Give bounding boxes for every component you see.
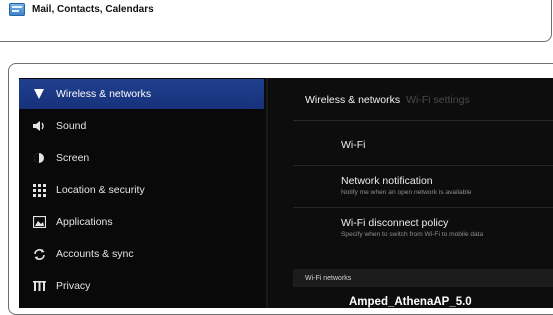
wifi-network-item[interactable]: Amped_AthenaAP_5.0 [349, 296, 472, 308]
mail-contacts-calendars-item[interactable]: Mail, Contacts, Calendars [9, 3, 154, 16]
setting-subtitle: Notify me when an open network is availa… [341, 189, 472, 196]
settings-sidebar: Wireless & networks Sound Screen Locatio… [19, 78, 269, 308]
sidebar-divider [266, 78, 268, 308]
top-card: Mail, Contacts, Calendars [0, 0, 552, 42]
sidebar-item-label: Wireless & networks [56, 88, 152, 100]
sidebar-item-applications[interactable]: Applications [19, 207, 264, 237]
setting-title: Wi-Fi disconnect policy [341, 217, 449, 229]
breadcrumb-current: Wireless & networks [305, 94, 401, 106]
settings-detail-pane: Wireless & networks Wi-Fi settings Wi-Fi … [269, 78, 553, 308]
sidebar-item-label: Sound [56, 120, 87, 132]
sidebar-item-label: Location & security [56, 184, 145, 196]
speaker-icon [32, 119, 46, 133]
sidebar-item-label: Applications [56, 216, 113, 228]
sidebar-item-screen[interactable]: Screen [19, 143, 264, 173]
sidebar-item-privacy[interactable]: Privacy [19, 271, 264, 301]
setting-title: Wi-Fi [341, 139, 366, 151]
breadcrumb-divider [293, 120, 553, 121]
wifi-icon [32, 87, 46, 101]
setting-title: Network notification [341, 175, 433, 187]
network-notification-row[interactable]: Network notification Notify me when an o… [341, 175, 471, 196]
setting-subtitle: Specify when to switch from Wi-Fi to mob… [341, 231, 484, 238]
wifi-networks-section-header: Wi-Fi networks [293, 269, 553, 287]
sync-icon [32, 247, 46, 261]
grid-lock-icon [32, 183, 46, 197]
mail-icon [9, 3, 25, 16]
sidebar-item-wireless[interactable]: Wireless & networks [19, 79, 264, 109]
sidebar-item-label: Screen [56, 152, 90, 164]
breadcrumb-next[interactable]: Wi-Fi settings [406, 94, 470, 106]
brightness-icon [32, 151, 46, 165]
mail-contacts-calendars-label: Mail, Contacts, Calendars [32, 4, 154, 15]
settings-screenshot-card: Wireless & networks Sound Screen Locatio… [8, 63, 553, 315]
privacy-icon [32, 279, 46, 293]
wifi-setting-row[interactable]: Wi-Fi [341, 139, 366, 151]
sidebar-item-sound[interactable]: Sound [19, 111, 264, 141]
sidebar-item-accounts-sync[interactable]: Accounts & sync [19, 239, 264, 269]
wifi-disconnect-policy-row[interactable]: Wi-Fi disconnect policy Specify when to … [341, 217, 483, 238]
row-divider [293, 207, 553, 208]
sidebar-item-location-security[interactable]: Location & security [19, 175, 264, 205]
sidebar-item-label: Privacy [56, 280, 91, 292]
row-divider [293, 165, 553, 166]
applications-icon [32, 215, 46, 229]
sidebar-item-label: Accounts & sync [56, 248, 134, 260]
settings-screen: Wireless & networks Sound Screen Locatio… [19, 78, 553, 308]
breadcrumb: Wireless & networks Wi-Fi settings [305, 94, 470, 106]
